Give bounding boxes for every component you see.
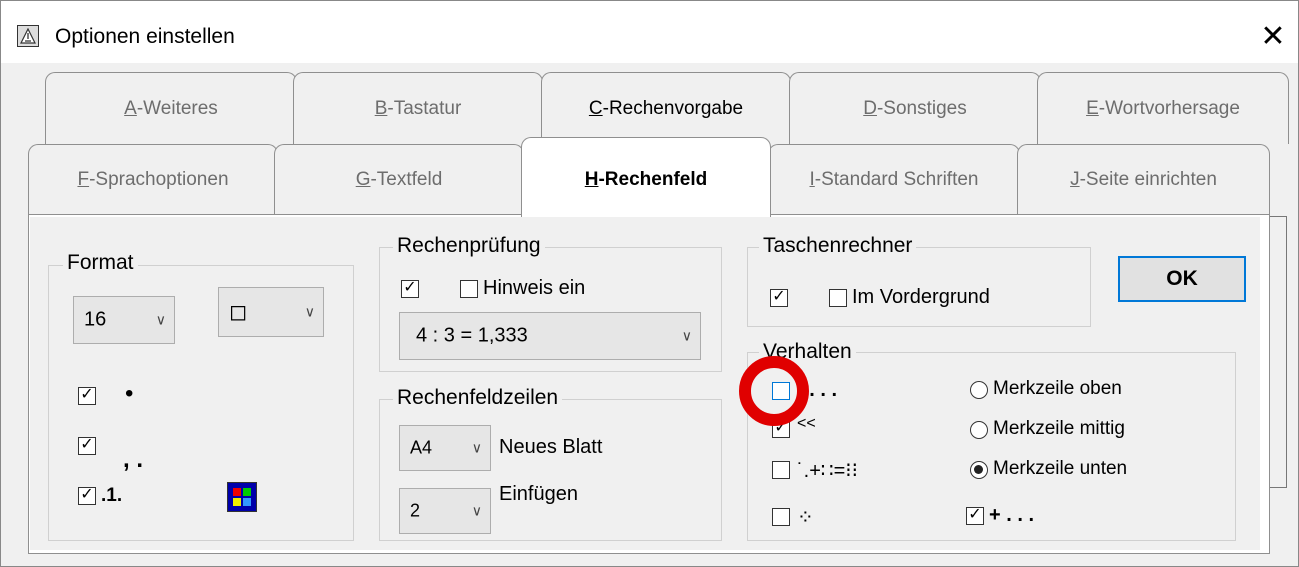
tab-a-key: A [124,98,137,119]
tab-e-key: E [1086,98,1099,119]
color-green-quad [243,488,251,496]
verhalten-opt4-checkbox[interactable] [772,508,790,526]
tab-h-key: H [584,169,599,190]
tab-i-standard-schriften[interactable]: I-Standard Schriften [768,144,1020,214]
paper-value: A4 [410,437,433,458]
example-value: 4 : 3 = 1,333 [416,324,528,347]
tab-d-key: D [863,98,877,119]
title-bar: Optionen einstellen ✕ [1,1,1298,63]
color-blue-quad [243,498,251,506]
font-size-value: 16 [84,308,107,331]
window-title: Optionen einstellen [55,25,235,48]
tab-b-tastatur[interactable]: B-Tastatur [293,72,543,144]
merkzeile-oben-radio[interactable] [970,381,988,399]
tab-f-sprachoptionen[interactable]: F-Sprachoptionen [28,144,278,214]
tab-c-rechenvorgabe[interactable]: C-Rechenvorgabe [541,72,791,144]
taschenrechner-checkbox[interactable]: ✓ [770,289,788,307]
rechenpruefung-checkbox[interactable]: ✓ [401,280,419,298]
tab-j-seite-einrichten[interactable]: J-Seite einrichten [1017,144,1270,214]
radio-selected-dot [974,465,983,474]
taschenrechner-title: Taschenrechner [759,234,917,258]
close-icon[interactable]: ✕ [1248,17,1298,57]
verhalten-opt1-checkbox[interactable] [772,382,790,400]
verhalten-opt3-checkbox[interactable] [772,461,790,479]
foreground-label: Im Vordergrund [852,286,990,308]
plus-label: + . . . [989,504,1035,526]
rechenfeldzeilen-title: Rechenfeldzeilen [393,386,563,410]
merkzeile-mittig-radio[interactable] [970,421,988,439]
tab-g-label: -Textfeld [370,169,443,190]
tab-h-rechenfeld[interactable]: H-Rechenfeld [521,137,771,217]
chevron-down-icon: ∨ [471,502,482,519]
one-label: .1. [101,485,123,506]
merkzeile-mittig-label: Merkzeile mittig [993,418,1125,439]
one-checkbox[interactable]: ✓ [78,487,96,505]
hint-checkbox[interactable] [460,280,478,298]
chevron-down-icon: ∨ [471,439,482,456]
options-dialog: Optionen einstellen ✕ A-Weiteres B-Tasta… [0,0,1299,567]
color-yellow-quad [233,498,241,506]
app-icon [17,25,39,47]
dot-checkbox[interactable]: ✓ [78,387,96,405]
color-red-quad [233,488,241,496]
tab-a-label: -Weiteres [136,98,218,119]
example-select[interactable]: 4 : 3 = 1,333 ∨ [399,312,701,360]
verhalten-opt3-label: ˙.+∷=⁝⁝ [797,460,859,482]
verhalten-opt4-label: ⁘ [797,507,814,529]
comma-label: , . [123,446,144,473]
dot-label: • [125,380,134,407]
tab-d-label: -Sonstiges [876,98,967,119]
chevron-down-icon: ∨ [155,311,166,328]
insert-select[interactable]: 2 ∨ [399,488,491,534]
tab-g-key: G [355,169,371,190]
tab-a-weiteres[interactable]: A-Weiteres [45,72,297,144]
verhalten-opt2-label: << [797,415,816,432]
tab-e-wortvorhersage[interactable]: E-Wortvorhersage [1037,72,1289,144]
merkzeile-unten-label: Merkzeile unten [993,458,1128,479]
tab-j-key: J [1070,169,1080,190]
format-title: Format [63,251,138,275]
tab-c-key: C [588,98,603,119]
tab-j-label: -Seite einrichten [1079,169,1217,190]
tab-e-label: -Wortvorhersage [1098,98,1240,119]
tab-i-label: -Standard Schriften [814,169,979,190]
verhalten-title: Verhalten [759,340,856,364]
chevron-down-icon: ∨ [681,327,692,344]
comma-checkbox[interactable]: ✓ [78,437,96,455]
tab-f-label: -Sprachoptionen [89,169,229,190]
color-picker-button[interactable] [227,482,257,512]
tab-c-label: -Rechenvorgabe [602,98,744,119]
tab-g-textfeld[interactable]: G-Textfeld [274,144,524,214]
tab-d-sonstiges[interactable]: D-Sonstiges [789,72,1041,144]
rechenpruefung-title: Rechenprüfung [393,234,545,258]
new-sheet-label: Neues Blatt [499,436,603,458]
merkzeile-oben-label: Merkzeile oben [993,378,1122,399]
font-size-select[interactable]: 16 ∨ [73,296,175,344]
tab-h-label: -Rechenfeld [598,169,708,190]
insert-label: Einfügen [499,483,578,505]
tab-b-key: B [374,98,388,119]
shape-value: ◻ [229,299,248,324]
shape-select[interactable]: ◻ ∨ [218,287,324,337]
insert-value: 2 [410,500,421,521]
tab-f-key: F [77,169,90,190]
paper-select[interactable]: A4 ∨ [399,425,491,471]
plus-checkbox[interactable]: ✓ [966,507,984,525]
verhalten-opt1-label: : . . . [797,379,837,401]
chevron-down-icon: ∨ [304,303,315,320]
verhalten-opt2-checkbox[interactable]: ✓ [772,420,790,438]
foreground-checkbox[interactable] [829,289,847,307]
hint-label: Hinweis ein [483,277,586,299]
tab-b-label: -Tastatur [387,98,462,119]
ok-button[interactable]: OK [1118,256,1246,302]
merkzeile-unten-radio[interactable] [970,461,988,479]
